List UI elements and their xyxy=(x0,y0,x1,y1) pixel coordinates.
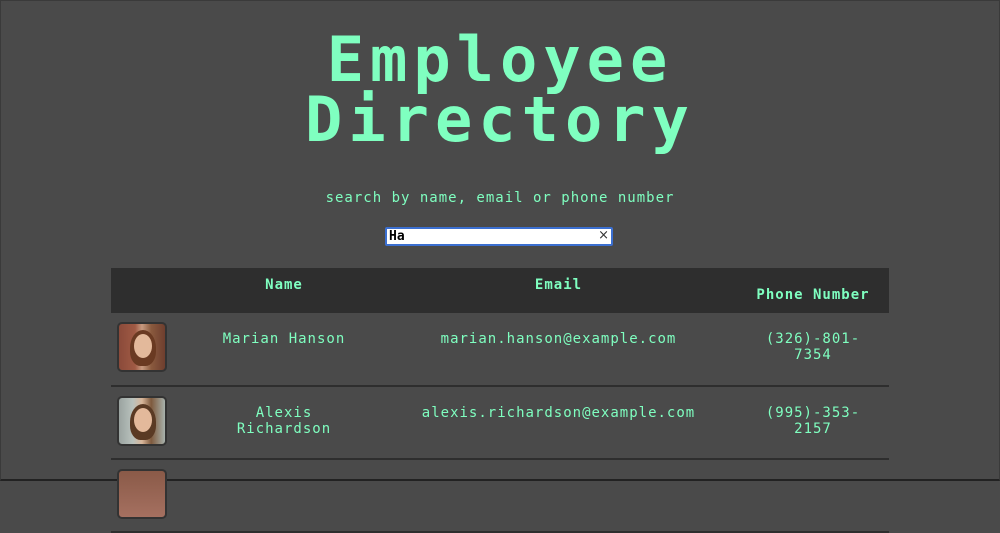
employee-email: marian.hanson@example.com xyxy=(440,331,677,347)
column-header-photo xyxy=(111,268,188,313)
employee-email: alexis.richardson@example.com xyxy=(421,405,696,421)
column-header-name[interactable]: Name xyxy=(188,268,380,313)
employee-phone: (326)-801- 7354 xyxy=(737,313,889,386)
employee-email xyxy=(380,459,737,532)
column-header-phone[interactable]: Phone Number xyxy=(737,268,889,313)
employee-phone: (995)-353- 2157 xyxy=(737,386,889,459)
table-row: Alexis Richardson alexis.richardson@exam… xyxy=(111,386,889,459)
search-hint: search by name, email or phone number xyxy=(325,190,675,206)
avatar xyxy=(117,322,167,372)
employee-name: Marian Hanson xyxy=(222,331,346,347)
search-input[interactable] xyxy=(387,229,594,244)
table-row xyxy=(111,459,889,532)
photo-cell xyxy=(111,313,188,386)
avatar-face xyxy=(134,334,152,358)
name-line: Richardson xyxy=(236,421,332,437)
photo-cell xyxy=(111,386,188,459)
avatar xyxy=(117,469,167,519)
employee-phone xyxy=(737,459,889,532)
employee-name: Alexis Richardson xyxy=(188,386,380,459)
search-box[interactable]: × xyxy=(385,227,613,246)
phone-line: (995)-353- xyxy=(765,405,861,421)
avatar xyxy=(117,396,167,446)
table-row: Marian Hanson marian.hanson@example.com … xyxy=(111,313,889,386)
name-line: Alexis xyxy=(255,405,313,421)
clear-search-icon[interactable]: × xyxy=(598,228,609,243)
phone-line: (326)-801- xyxy=(765,331,861,347)
table-header-row: Name Email Phone Number xyxy=(111,268,889,313)
phone-line: 2157 xyxy=(794,421,832,437)
photo-cell xyxy=(111,459,188,532)
employee-table: Name Email Phone Number Marian Hanson ma… xyxy=(111,268,889,533)
employee-name xyxy=(188,459,380,532)
column-header-email[interactable]: Email xyxy=(380,268,737,313)
page-title-line1: Employee xyxy=(326,23,674,96)
avatar-face xyxy=(134,408,152,432)
page-title: Employee Directory xyxy=(0,23,1000,156)
phone-line: 7354 xyxy=(794,347,832,363)
page-title-line2: Directory xyxy=(305,83,695,156)
